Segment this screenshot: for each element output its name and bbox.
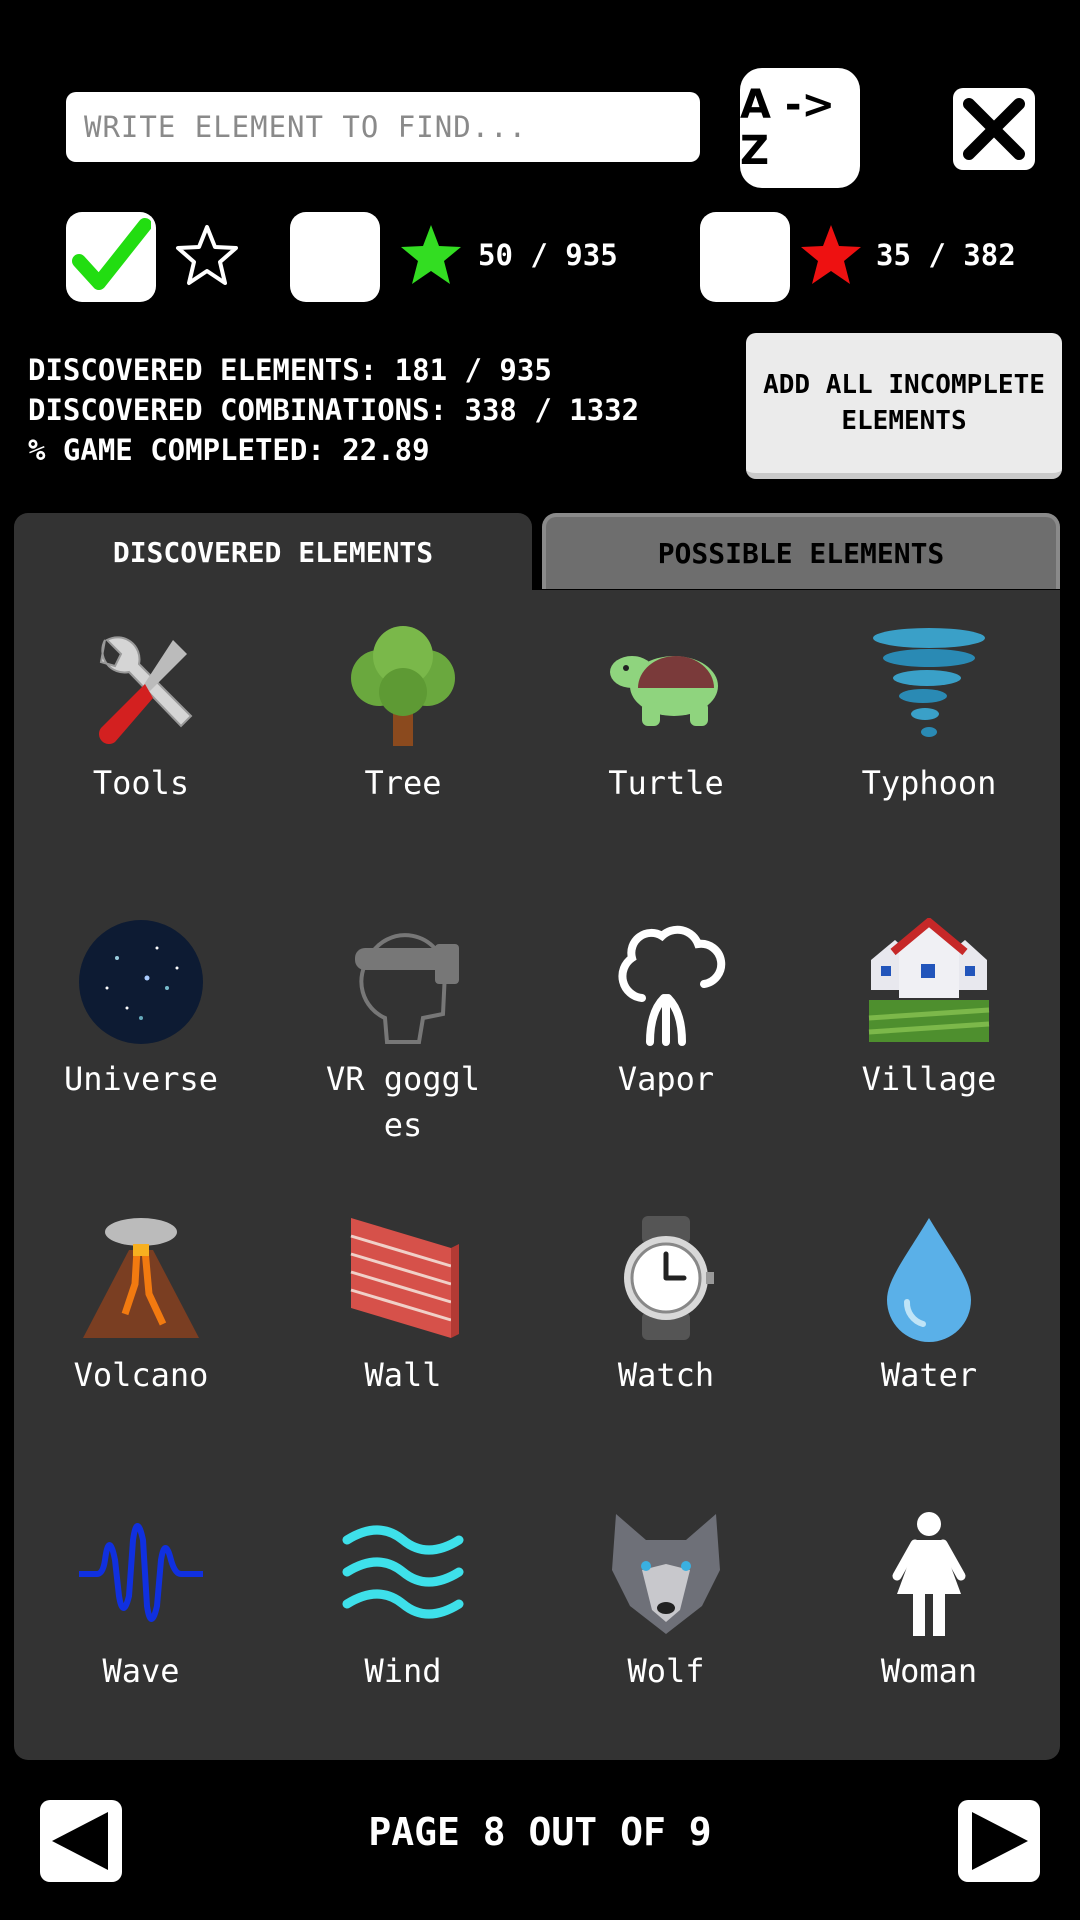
element-label: Water — [880, 1356, 978, 1394]
element-vapor[interactable]: Vapor — [535, 918, 797, 1102]
wall-icon — [350, 1218, 459, 1338]
element-wolf[interactable]: Wolf — [535, 1510, 797, 1694]
element-label: Volcano — [73, 1356, 209, 1394]
vapor-icon — [618, 925, 726, 1046]
element-wind[interactable]: Wind — [272, 1510, 534, 1694]
element-watch[interactable]: Watch — [535, 1214, 797, 1398]
wind-icon — [342, 1525, 464, 1619]
element-label: Village — [861, 1060, 997, 1098]
element-tools[interactable]: Tools — [10, 622, 272, 806]
volcano-icon — [83, 1218, 199, 1338]
close-button[interactable] — [953, 88, 1035, 170]
typhoon-icon — [873, 628, 985, 737]
element-vr-goggles[interactable]: VR goggles — [272, 918, 534, 1148]
arrow-right-icon — [972, 1812, 1028, 1870]
discovered-elements-stat: DISCOVERED ELEMENTS: 181 / 935 — [28, 353, 552, 387]
close-icon — [963, 98, 1025, 160]
element-village[interactable]: Village — [798, 918, 1060, 1102]
green-filter-checkbox[interactable] — [290, 212, 380, 302]
turtle-icon — [610, 656, 718, 726]
wave-icon — [79, 1523, 203, 1622]
wolf-icon — [612, 1514, 720, 1634]
element-label: Tools — [92, 764, 190, 802]
element-label: Woman — [880, 1652, 978, 1690]
red-star-icon — [801, 225, 861, 284]
star-outline-icon — [176, 225, 238, 285]
universe-icon — [79, 920, 203, 1044]
element-tree[interactable]: Tree — [272, 622, 534, 806]
element-water[interactable]: Water — [798, 1214, 1060, 1398]
element-label: Vapor — [617, 1060, 715, 1098]
element-label: Universe — [63, 1060, 219, 1098]
show-all-checkbox[interactable] — [66, 212, 156, 302]
game-completed-stat: % GAME COMPLETED: 22.89 — [28, 433, 430, 467]
element-label: Wind — [364, 1652, 442, 1690]
element-typhoon[interactable]: Typhoon — [798, 622, 1060, 806]
stats-block: DISCOVERED ELEMENTS: 181 / 935 DISCOVERE… — [28, 350, 639, 470]
element-label: Wall — [364, 1356, 442, 1394]
add-all-incomplete-button[interactable]: ADD ALL INCOMPLETE ELEMENTS — [746, 333, 1062, 479]
element-label: Wolf — [627, 1652, 705, 1690]
village-icon — [868, 918, 990, 1042]
element-label: Wave — [102, 1652, 180, 1690]
element-label: Turtle — [608, 764, 724, 802]
element-label: VR goggles — [325, 1060, 481, 1144]
element-wall[interactable]: Wall — [272, 1214, 534, 1398]
woman-icon — [892, 1512, 966, 1636]
green-star-icon — [401, 225, 461, 284]
tools-icon — [99, 636, 193, 744]
next-page-button[interactable] — [958, 1800, 1040, 1882]
element-label: Tree — [364, 764, 442, 802]
watch-icon — [624, 1216, 714, 1340]
tab-possible-elements[interactable]: POSSIBLE ELEMENTS — [542, 513, 1060, 589]
element-wave[interactable]: Wave — [10, 1510, 272, 1694]
green-count: 50 / 935 — [478, 238, 618, 272]
search-input[interactable] — [66, 92, 700, 162]
element-turtle[interactable]: Turtle — [535, 622, 797, 806]
checkmark-icon — [72, 218, 151, 290]
red-count: 35 / 382 — [876, 238, 1016, 272]
discovered-combinations-stat: DISCOVERED COMBINATIONS: 338 / 1332 — [28, 393, 640, 427]
element-volcano[interactable]: Volcano — [10, 1214, 272, 1398]
red-filter-checkbox[interactable] — [700, 212, 790, 302]
sort-button[interactable]: A -> Z — [740, 68, 860, 188]
element-label: Typhoon — [861, 764, 997, 802]
page-indicator: PAGE 8 OUT OF 9 — [368, 1810, 712, 1854]
element-label: Watch — [617, 1356, 715, 1394]
tree-icon — [351, 626, 455, 746]
element-universe[interactable]: Universe — [10, 918, 272, 1102]
water-icon — [887, 1218, 971, 1342]
vr-goggles-icon — [355, 933, 459, 1044]
tab-discovered-elements[interactable]: DISCOVERED ELEMENTS — [14, 513, 532, 591]
element-woman[interactable]: Woman — [798, 1510, 1060, 1694]
